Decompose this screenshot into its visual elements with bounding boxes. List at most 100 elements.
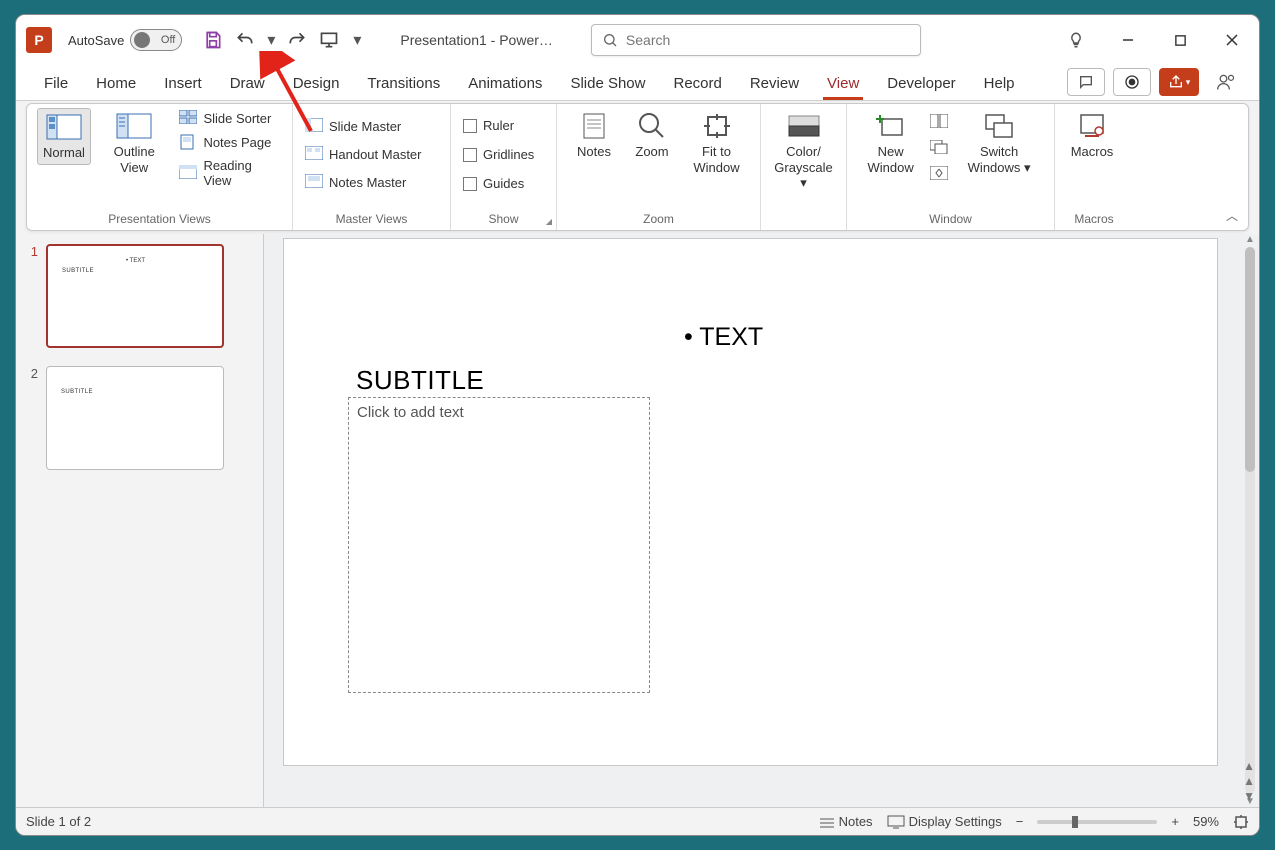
tab-view[interactable]: View bbox=[813, 69, 873, 100]
macros-label: Macros bbox=[1065, 212, 1123, 228]
macros-icon bbox=[1074, 112, 1110, 140]
tab-file[interactable]: File bbox=[30, 69, 82, 100]
thumbnail-number: 2 bbox=[24, 366, 38, 470]
fit-slide-button[interactable] bbox=[1233, 814, 1249, 830]
move-split-icon bbox=[930, 166, 948, 182]
redo-button[interactable] bbox=[286, 29, 308, 51]
tab-slide-show[interactable]: Slide Show bbox=[556, 69, 659, 100]
close-button[interactable] bbox=[1215, 25, 1249, 55]
reading-view-button[interactable]: Reading View bbox=[177, 156, 282, 190]
zoom-slider[interactable] bbox=[1037, 820, 1157, 824]
outline-view-button[interactable]: Outline View bbox=[95, 108, 173, 179]
qat-customize[interactable]: ▾ bbox=[350, 29, 364, 51]
slide-thumbnail-pane: 1 SUBTITLE • TEXT 2 SUBTITLE bbox=[16, 234, 264, 807]
collapse-ribbon-button[interactable]: ︿ bbox=[1226, 207, 1238, 224]
tab-transitions[interactable]: Transitions bbox=[353, 69, 454, 100]
slide-sorter-icon bbox=[179, 110, 197, 126]
slide-master-button[interactable]: Slide Master bbox=[303, 116, 424, 136]
camera-button[interactable] bbox=[1113, 68, 1151, 96]
notes-toggle[interactable]: Notes bbox=[819, 814, 873, 829]
slide-text-placeholder[interactable]: Click to add text bbox=[348, 397, 650, 693]
tab-developer[interactable]: Developer bbox=[873, 69, 969, 100]
comments-button[interactable] bbox=[1067, 68, 1105, 96]
minimize-button[interactable] bbox=[1111, 25, 1145, 55]
prev-slide-button[interactable]: ▲ bbox=[1243, 759, 1255, 773]
ruler-checkbox[interactable]: Ruler bbox=[461, 116, 536, 135]
autosave-label: AutoSave bbox=[68, 33, 124, 48]
fit-to-window-button[interactable]: Fit to Window bbox=[683, 108, 750, 179]
save-button[interactable] bbox=[202, 29, 224, 51]
gridlines-checkbox[interactable]: Gridlines bbox=[461, 145, 536, 164]
slide-counter: Slide 1 of 2 bbox=[26, 814, 91, 829]
normal-view-button[interactable]: Normal bbox=[37, 108, 91, 165]
ribbon-tabs: File Home Insert Draw Design Transitions… bbox=[16, 65, 1259, 101]
tab-insert[interactable]: Insert bbox=[150, 69, 216, 100]
master-views-label: Master Views bbox=[303, 212, 440, 228]
tab-draw[interactable]: Draw bbox=[216, 69, 279, 100]
window-label: Window bbox=[857, 212, 1044, 228]
slide-subtitle[interactable]: SUBTITLE bbox=[356, 365, 484, 396]
checkbox-icon bbox=[463, 148, 477, 162]
guides-checkbox[interactable]: Guides bbox=[461, 174, 536, 193]
color-grayscale-button[interactable]: Color/ Grayscale ▾ bbox=[771, 108, 836, 195]
tab-record[interactable]: Record bbox=[659, 69, 735, 100]
next-slide-button[interactable]: ▼ bbox=[1243, 789, 1255, 803]
vertical-scrollbar[interactable]: ▲ ▼ ▲ ▲ ▼ bbox=[1243, 234, 1257, 807]
search-box[interactable] bbox=[591, 24, 921, 56]
app-icon: P bbox=[26, 27, 52, 53]
tab-animations[interactable]: Animations bbox=[454, 69, 556, 100]
move-split-button[interactable] bbox=[928, 164, 950, 184]
color-grayscale-icon bbox=[786, 112, 822, 140]
undo-button[interactable] bbox=[234, 29, 256, 51]
tab-design[interactable]: Design bbox=[279, 69, 354, 100]
new-window-button[interactable]: New Window bbox=[857, 108, 924, 179]
tab-review[interactable]: Review bbox=[736, 69, 813, 100]
tab-home[interactable]: Home bbox=[82, 69, 150, 100]
zoom-percentage[interactable]: 59% bbox=[1193, 814, 1219, 829]
search-input[interactable] bbox=[626, 32, 910, 48]
notes-page-button[interactable]: Notes Page bbox=[177, 132, 282, 152]
slide-canvas[interactable]: TEXT SUBTITLE Click to add text bbox=[283, 238, 1218, 766]
show-label: Show bbox=[461, 212, 546, 228]
handout-master-icon bbox=[305, 146, 323, 162]
arrange-icon bbox=[930, 114, 948, 130]
slide-bullet-text[interactable]: TEXT bbox=[684, 323, 763, 352]
share-button[interactable]: ▾ bbox=[1159, 68, 1199, 96]
zoom-icon bbox=[634, 112, 670, 140]
slide-thumbnail-1[interactable]: SUBTITLE • TEXT bbox=[46, 244, 224, 348]
slide-master-icon bbox=[305, 118, 323, 134]
tab-help[interactable]: Help bbox=[970, 69, 1029, 100]
checkbox-icon bbox=[463, 119, 477, 133]
slide-sorter-button[interactable]: Slide Sorter bbox=[177, 108, 282, 128]
tips-icon[interactable] bbox=[1059, 25, 1093, 55]
thumbnail-number: 1 bbox=[24, 244, 38, 348]
zoom-in-button[interactable]: + bbox=[1171, 814, 1179, 829]
autosave-toggle[interactable]: Off bbox=[130, 29, 182, 51]
handout-master-button[interactable]: Handout Master bbox=[303, 144, 424, 164]
outline-view-icon bbox=[116, 112, 152, 140]
cascade-icon bbox=[930, 140, 948, 156]
notes-master-button[interactable]: Notes Master bbox=[303, 172, 424, 192]
prev-slide-button-2[interactable]: ▲ bbox=[1243, 774, 1255, 788]
arrange-all-button[interactable] bbox=[928, 112, 950, 132]
zoom-button[interactable]: Zoom bbox=[625, 108, 679, 163]
macros-button[interactable]: Macros bbox=[1065, 108, 1119, 163]
cascade-button[interactable] bbox=[928, 138, 950, 158]
display-settings-button[interactable]: Display Settings bbox=[887, 814, 1002, 829]
notes-button[interactable]: Notes bbox=[567, 108, 621, 163]
scroll-up-button[interactable]: ▲ bbox=[1245, 234, 1255, 245]
maximize-button[interactable] bbox=[1163, 25, 1197, 55]
fit-window-icon bbox=[699, 112, 735, 140]
scroll-thumb[interactable] bbox=[1245, 247, 1255, 472]
zoom-out-button[interactable]: − bbox=[1016, 814, 1024, 829]
account-button[interactable] bbox=[1207, 68, 1245, 96]
switch-windows-button[interactable]: Switch Windows ▾ bbox=[954, 108, 1044, 179]
undo-dropdown[interactable]: ▾ bbox=[266, 29, 276, 51]
notes-icon bbox=[576, 112, 612, 140]
switch-windows-icon bbox=[981, 112, 1017, 140]
search-icon bbox=[602, 32, 618, 48]
slide-thumbnail-2[interactable]: SUBTITLE bbox=[46, 366, 224, 470]
notes-master-icon bbox=[305, 174, 323, 190]
notes-page-icon bbox=[179, 134, 197, 150]
present-from-start-button[interactable] bbox=[318, 29, 340, 51]
